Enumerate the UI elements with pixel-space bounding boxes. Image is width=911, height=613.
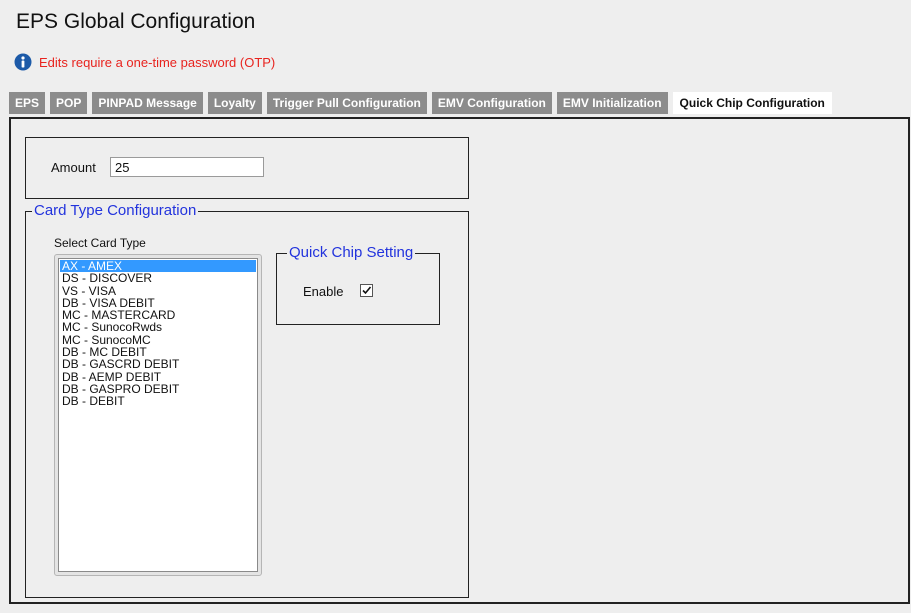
tab-bar: EPS POP PINPAD Message Loyalty Trigger Pull … — [9, 92, 911, 114]
card-type-option[interactable]: DB - GASCRD DEBIT — [60, 358, 256, 371]
otp-notice: Edits require a one-time password (OTP) — [14, 53, 275, 71]
card-type-configuration-legend: Card Type Configuration — [32, 202, 199, 220]
tab-trigger-pull-configuration[interactable]: Trigger Pull Configuration — [266, 92, 427, 114]
amount-input[interactable] — [110, 157, 264, 177]
tab-pop[interactable]: POP — [50, 92, 88, 114]
enable-checkbox[interactable] — [360, 284, 373, 297]
card-type-list[interactable]: AX - AMEX DS - DISCOVER VS - VISA DB - VISA… — [54, 254, 262, 576]
otp-notice-text: Edits require a one-time password (OTP) — [39, 54, 276, 70]
tab-eps[interactable]: EPS — [9, 92, 46, 114]
card-type-list-body: AX - AMEX DS - DISCOVER VS - VISA DB - VISA… — [58, 258, 258, 572]
info-icon — [14, 53, 32, 71]
card-type-option[interactable]: DB - DEBIT — [60, 395, 256, 408]
amount-section: Amount — [25, 137, 469, 199]
quick-chip-setting-group: Quick Chip Setting Enable — [276, 244, 440, 325]
amount-label: Amount — [51, 160, 96, 175]
quick-chip-configuration-panel: Amount Card Type Configuration Select Ca… — [9, 117, 910, 604]
tab-emv-configuration[interactable]: EMV Configuration — [431, 92, 552, 114]
quick-chip-setting-legend: Quick Chip Setting — [287, 244, 416, 262]
card-type-option[interactable]: DS - DISCOVER — [60, 272, 256, 285]
enable-label: Enable — [303, 284, 344, 299]
card-type-configuration-group: Card Type Configuration Select Card Type… — [25, 202, 469, 598]
tab-loyalty[interactable]: Loyalty — [207, 92, 262, 114]
tab-quick-chip-configuration[interactable]: Quick Chip Configuration — [672, 92, 832, 114]
card-type-option[interactable]: MC - SunocoRwds — [60, 321, 256, 334]
page-title: EPS Global Configuration — [16, 10, 256, 33]
tab-pinpad-message[interactable]: PINPAD Message — [92, 92, 203, 114]
select-card-type-label: Select Card Type — [54, 236, 146, 250]
tab-emv-initialization[interactable]: EMV Initialization — [556, 92, 668, 114]
